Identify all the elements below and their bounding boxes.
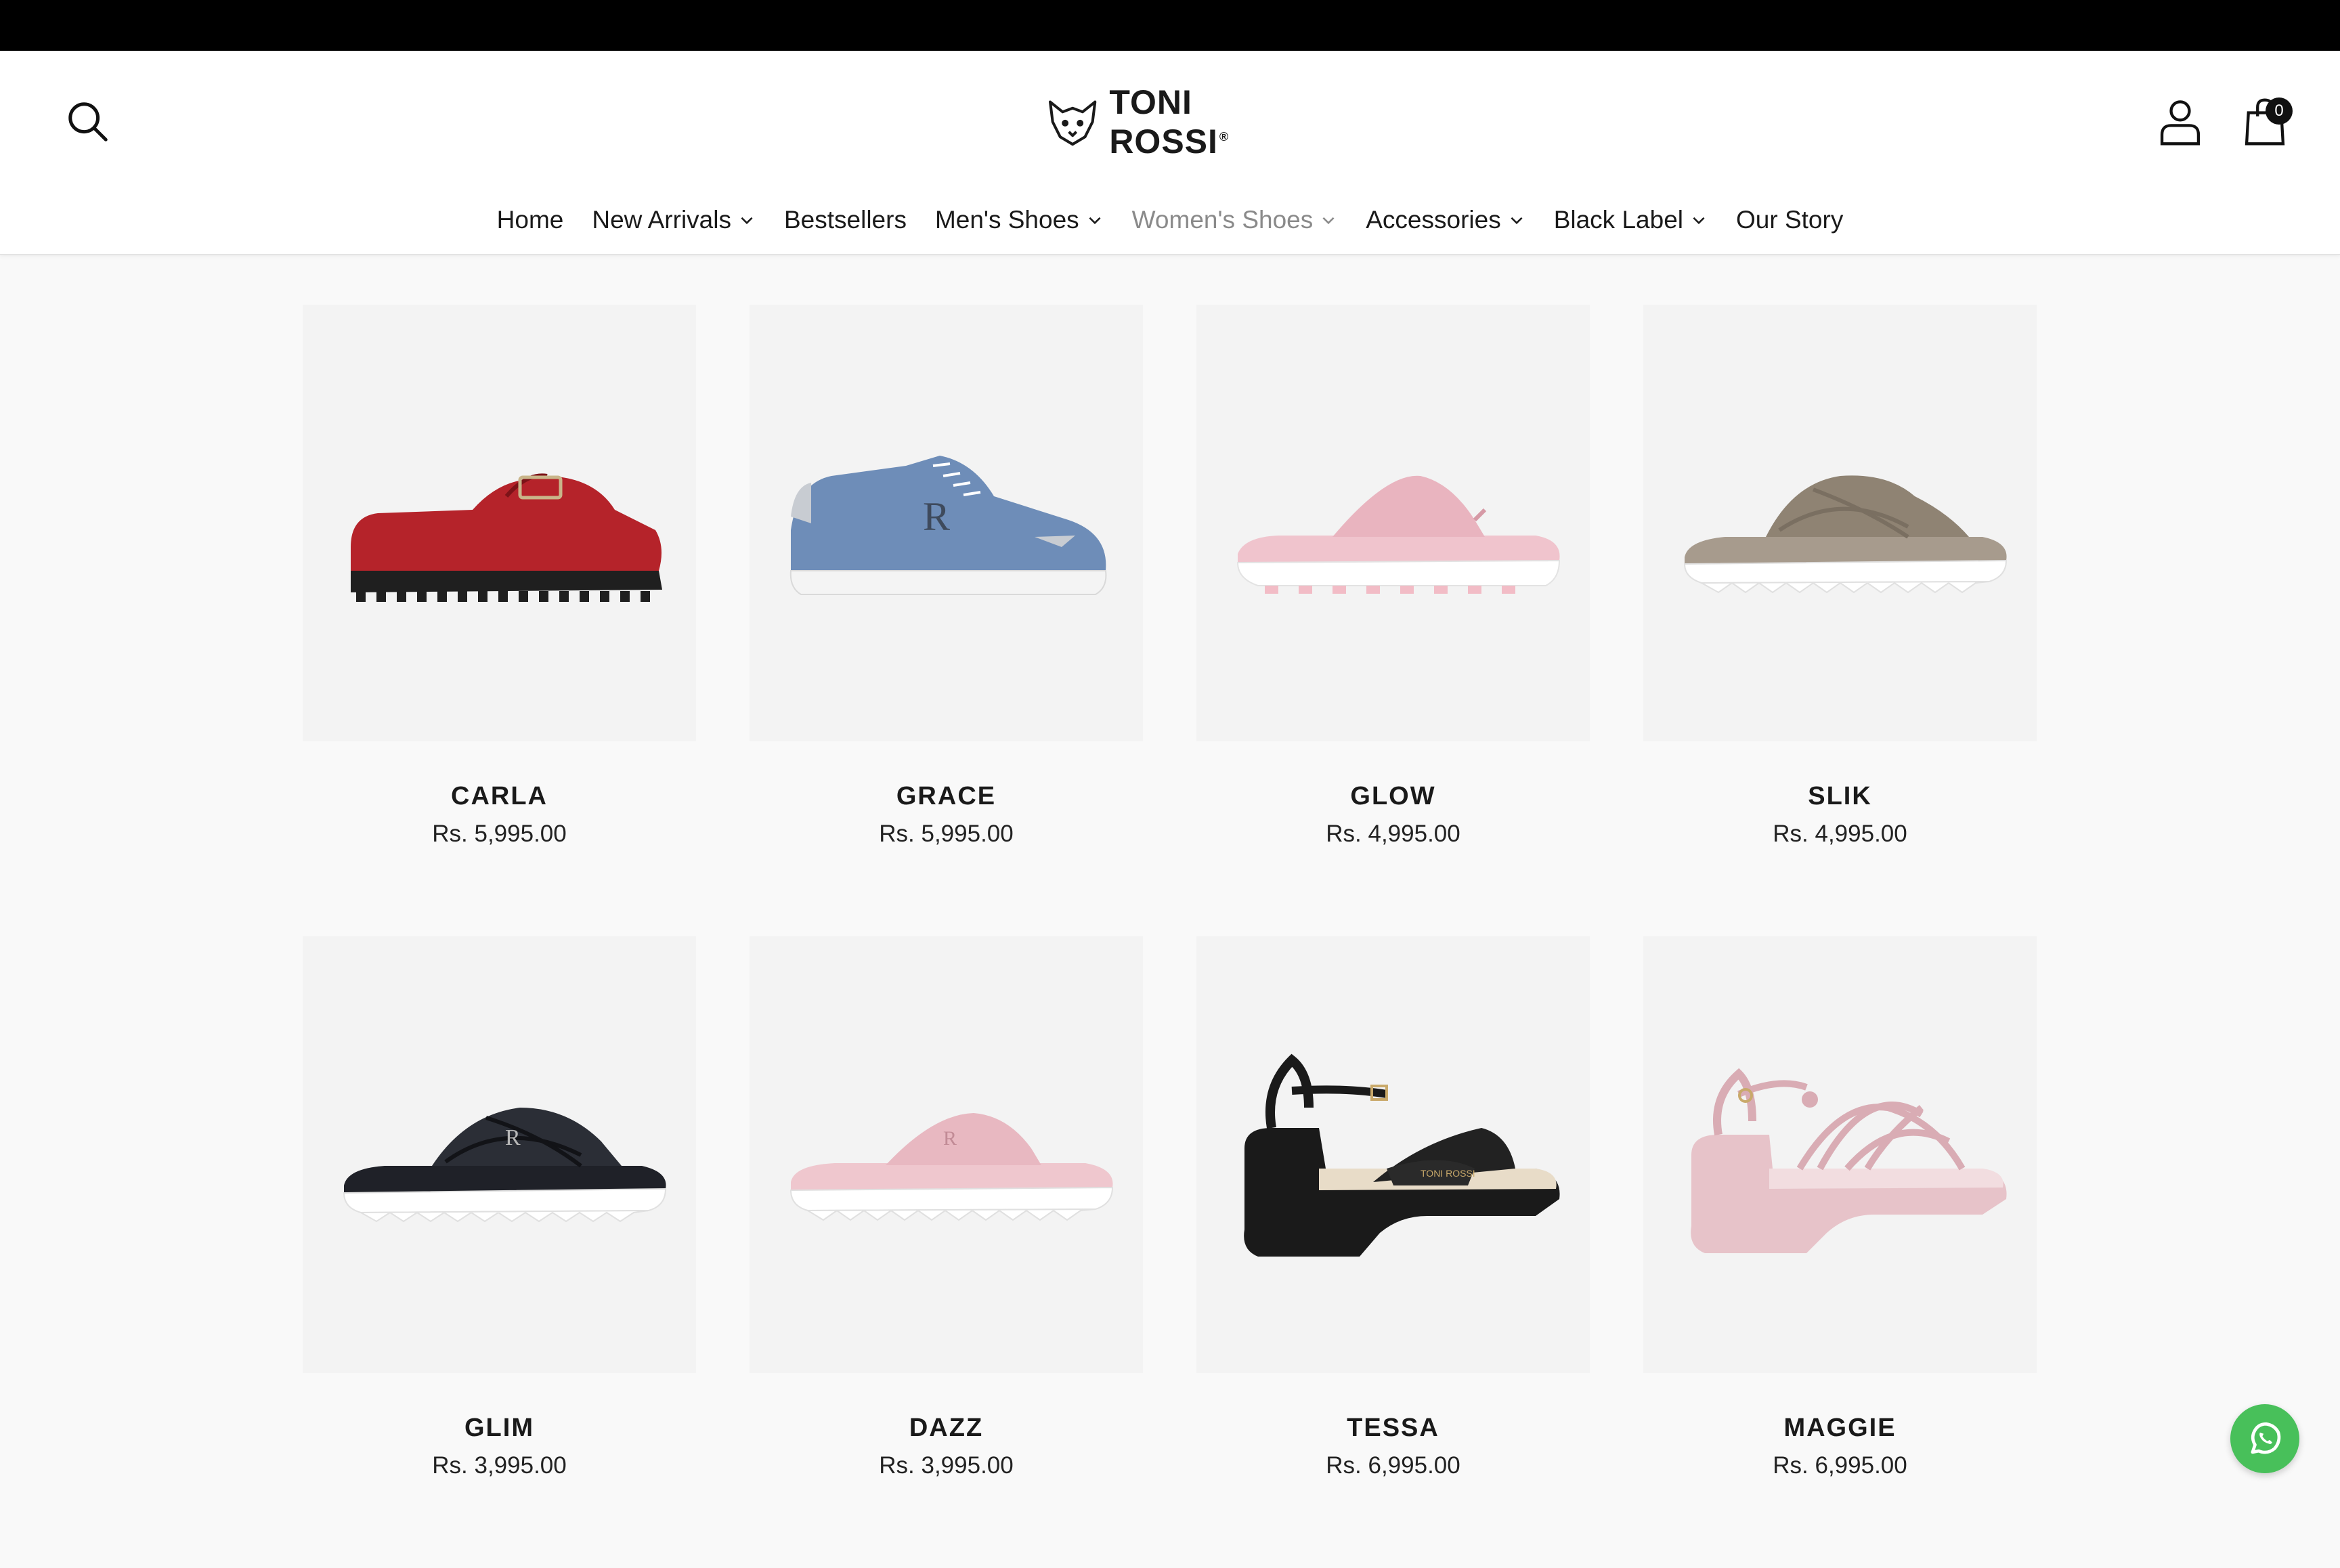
chevron-down-icon bbox=[741, 217, 753, 225]
nav-item-mens-shoes[interactable]: Men's Shoes bbox=[935, 206, 1104, 234]
product-image[interactable]: R bbox=[303, 936, 696, 1373]
product-price: Rs. 4,995.00 bbox=[1773, 821, 1907, 847]
product-card[interactable]: MAGGIE Rs. 6,995.00 bbox=[1643, 936, 2037, 1568]
product-price: Rs. 6,995.00 bbox=[1326, 1452, 1460, 1479]
product-price: Rs. 6,995.00 bbox=[1773, 1452, 1907, 1479]
pink-flip-flop-flat-image: R bbox=[789, 1112, 1113, 1221]
product-price: Rs. 4,995.00 bbox=[1326, 821, 1460, 847]
product-image[interactable] bbox=[1643, 305, 2037, 741]
product-image[interactable] bbox=[303, 305, 696, 741]
red-loafer-image bbox=[350, 473, 662, 602]
product-card[interactable]: R DAZZ Rs. 3,995.00 bbox=[750, 936, 1143, 1568]
wolf-logo-icon bbox=[1049, 100, 1097, 146]
brand-name: TONI ROSSI ® bbox=[1109, 83, 1230, 160]
nav-item-home[interactable]: Home bbox=[497, 206, 564, 234]
product-price: Rs. 5,995.00 bbox=[879, 821, 1014, 847]
brand-logo[interactable]: TONI ROSSI ® bbox=[1043, 83, 1314, 160]
product-card[interactable]: R GLIM Rs. 3,995.00 bbox=[303, 936, 696, 1568]
account-button[interactable] bbox=[2146, 88, 2214, 156]
nav-item-our-story[interactable]: Our Story bbox=[1736, 206, 1843, 234]
svg-text:TONI ROSSI: TONI ROSSI bbox=[1421, 1168, 1475, 1179]
blue-sneaker-image: R bbox=[789, 455, 1106, 595]
product-card[interactable]: CARLA Rs. 5,995.00 bbox=[303, 305, 696, 936]
product-name[interactable]: SLIK bbox=[1643, 782, 2037, 811]
product-name[interactable]: GLIM bbox=[303, 1414, 696, 1443]
pink-flip-flop-image bbox=[1236, 475, 1560, 594]
registered-mark: ® bbox=[1219, 130, 1230, 144]
product-card[interactable]: R GRACE Rs. 5,995.00 bbox=[750, 305, 1143, 936]
product-name[interactable]: DAZZ bbox=[750, 1414, 1143, 1443]
product-grid: CARLA Rs. 5,995.00 R GRACE Rs. 5,995.00 bbox=[303, 305, 2037, 1568]
cart-count-badge: 0 bbox=[2266, 97, 2293, 125]
pink-platform-sandal-image bbox=[1690, 1068, 2007, 1253]
main-navigation: Home New Arrivals Bestsellers Men's Shoe… bbox=[0, 186, 2340, 254]
black-platform-sandal-image: TONI ROSSI bbox=[1243, 1053, 1560, 1257]
nav-item-black-label[interactable]: Black Label bbox=[1554, 206, 1708, 234]
product-card[interactable]: SLIK Rs. 4,995.00 bbox=[1643, 305, 2037, 936]
product-name[interactable]: CARLA bbox=[303, 782, 696, 811]
svg-text:R: R bbox=[923, 494, 950, 539]
chevron-down-icon bbox=[1511, 217, 1523, 225]
svg-text:R: R bbox=[943, 1127, 957, 1150]
whatsapp-icon bbox=[2251, 1422, 2281, 1454]
product-name[interactable]: GRACE bbox=[750, 782, 1143, 811]
nav-item-accessories[interactable]: Accessories bbox=[1366, 206, 1525, 234]
nav-item-new-arrivals[interactable]: New Arrivals bbox=[592, 206, 756, 234]
product-price: Rs. 5,995.00 bbox=[432, 821, 567, 847]
product-price: Rs. 3,995.00 bbox=[432, 1452, 567, 1479]
site-header: TONI ROSSI ® 0 Home New Arrivals Bestsell… bbox=[0, 51, 2340, 255]
chevron-down-icon bbox=[1089, 217, 1101, 225]
product-name[interactable]: GLOW bbox=[1196, 782, 1590, 811]
whatsapp-chat-button[interactable] bbox=[2230, 1404, 2299, 1473]
product-image[interactable]: R bbox=[750, 305, 1143, 741]
svg-text:R: R bbox=[505, 1125, 521, 1150]
account-icon bbox=[2160, 100, 2201, 146]
product-name[interactable]: MAGGIE bbox=[1643, 1414, 2037, 1443]
taupe-slide-image bbox=[1683, 475, 2007, 593]
product-image[interactable]: R bbox=[750, 936, 1143, 1373]
chevron-down-icon bbox=[1693, 217, 1705, 225]
black-slide-image: R bbox=[343, 1107, 666, 1222]
product-name[interactable]: TESSA bbox=[1196, 1414, 1590, 1443]
product-image[interactable]: TONI ROSSI bbox=[1196, 936, 1590, 1373]
nav-item-bestsellers[interactable]: Bestsellers bbox=[784, 206, 907, 234]
nav-item-womens-shoes[interactable]: Women's Shoes bbox=[1132, 206, 1338, 234]
product-card[interactable]: TONI ROSSI TESSA Rs. 6,995.00 bbox=[1196, 936, 1590, 1568]
chevron-down-icon bbox=[1322, 217, 1335, 225]
product-price: Rs. 3,995.00 bbox=[879, 1452, 1014, 1479]
announcement-bar bbox=[0, 0, 2340, 51]
product-image[interactable] bbox=[1643, 936, 2037, 1373]
search-icon bbox=[68, 102, 108, 141]
product-card[interactable]: GLOW Rs. 4,995.00 bbox=[1196, 305, 1590, 936]
product-image[interactable] bbox=[1196, 305, 1590, 741]
cart-button[interactable]: 0 bbox=[2228, 88, 2302, 156]
search-button[interactable] bbox=[54, 88, 122, 156]
